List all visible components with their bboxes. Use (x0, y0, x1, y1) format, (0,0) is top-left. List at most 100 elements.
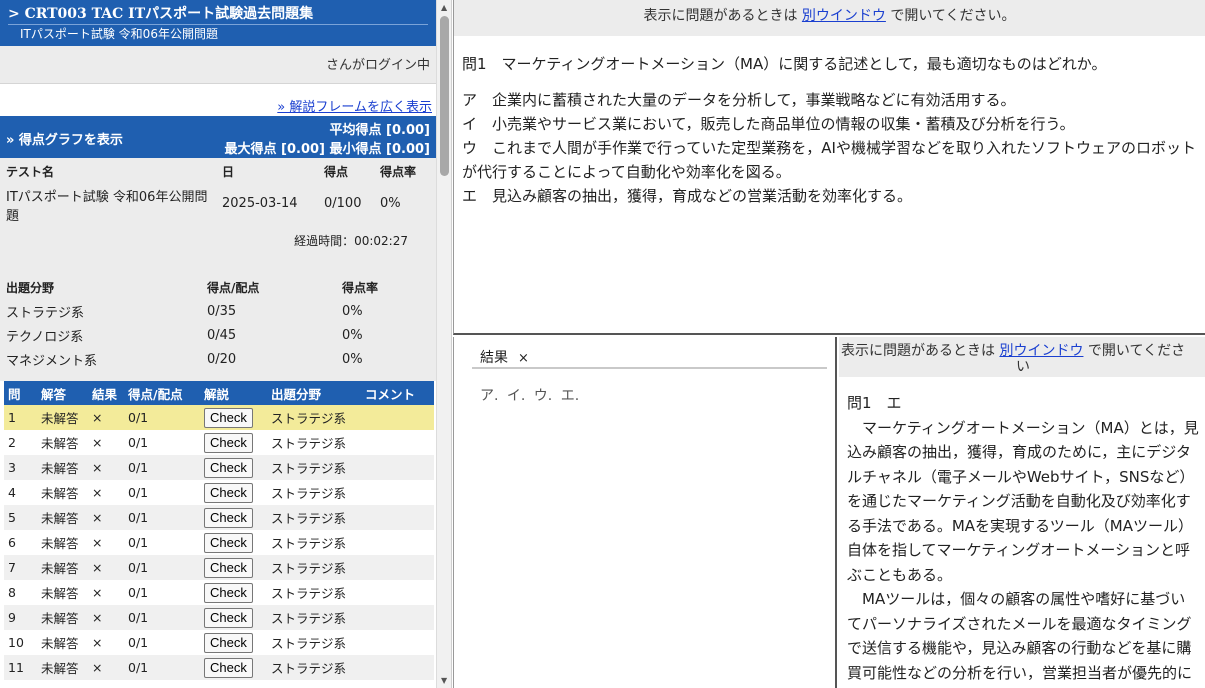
category-rate: 0% (342, 351, 363, 367)
col-cat-rate: 得点率 (342, 280, 379, 295)
check-button[interactable]: Check (204, 657, 253, 678)
open-new-window-link[interactable]: 別ウインドウ (999, 343, 1083, 359)
tab-result[interactable]: 結果 (480, 350, 508, 366)
check-button[interactable]: Check (204, 582, 253, 603)
scroll-up-arrow-icon[interactable]: ▲ (441, 3, 447, 12)
question-stem: 問1 マーケティングオートメーション（MA）に関する記述として，最も適切なものは… (462, 55, 1107, 73)
test-date: 2025-03-14 (222, 196, 298, 211)
question-row[interactable]: 4 未解答 × 0/1 Check ストラテジ系 (4, 480, 434, 505)
notice-text: 表示に問題があるときは (841, 343, 1000, 359)
answer-status: 未解答 (37, 555, 88, 580)
check-button[interactable]: Check (204, 532, 253, 553)
notice-text-suffix: で開いてくださ (1083, 343, 1186, 359)
question-row[interactable]: 8 未解答 × 0/1 Check ストラテジ系 (4, 580, 434, 605)
question-row[interactable]: 11 未解答 × 0/1 Check ストラテジ系 (4, 655, 434, 680)
notice-text-wrap: い (1016, 359, 1030, 375)
question-score: 0/1 (124, 480, 200, 505)
question-row[interactable]: 9 未解答 × 0/1 Check ストラテジ系 (4, 605, 434, 630)
open-new-window-link[interactable]: 別ウインドウ (802, 8, 886, 24)
check-button[interactable]: Check (204, 607, 253, 628)
question-number: 5 (4, 505, 37, 530)
summary-table: テスト名 日 得点 得点率 ITパスポート試験 令和06年公開問題 2025-0… (0, 158, 436, 230)
check-cell: Check (200, 480, 267, 505)
question-row[interactable]: 1 未解答 × 0/1 Check ストラテジ系 (4, 405, 434, 430)
result-tab-bar: 結果 × (472, 341, 827, 369)
question-score: 0/1 (124, 530, 200, 555)
question-category: ストラテジ系 (267, 455, 361, 480)
question-row[interactable]: 6 未解答 × 0/1 Check ストラテジ系 (4, 530, 434, 555)
close-icon[interactable]: × (518, 351, 529, 366)
question-row[interactable]: 3 未解答 × 0/1 Check ストラテジ系 (4, 455, 434, 480)
check-button[interactable]: Check (204, 407, 253, 428)
check-button[interactable]: Check (204, 432, 253, 453)
answer-status: 未解答 (37, 480, 88, 505)
question-category: ストラテジ系 (267, 655, 361, 680)
question-table: 問 解答 結果 得点/配点 解説 出題分野 コメント 1 未解答 × 0/1 Check… (4, 381, 434, 680)
comment-cell (361, 455, 434, 480)
comment-cell (361, 605, 434, 630)
question-score: 0/1 (124, 655, 200, 680)
check-button[interactable]: Check (204, 557, 253, 578)
result-mark: × (88, 605, 124, 630)
check-button[interactable]: Check (204, 507, 253, 528)
check-button[interactable]: Check (204, 457, 253, 478)
check-button[interactable]: Check (204, 632, 253, 653)
result-frame: 結果 × ア. イ. ウ. エ. (453, 337, 837, 688)
result-mark: × (88, 580, 124, 605)
answer-status: 未解答 (37, 455, 88, 480)
question-row[interactable]: 7 未解答 × 0/1 Check ストラテジ系 (4, 555, 434, 580)
test-score: 0/100 (324, 196, 362, 211)
expand-explanation-link[interactable]: » 解説フレームを広く表示 (277, 100, 432, 115)
question-category: ストラテジ系 (267, 605, 361, 630)
check-button[interactable]: Check (204, 482, 253, 503)
category-row: テクノロジ系 0/45 0% (0, 323, 436, 347)
left-scrollbar[interactable]: ▲ ▼ (436, 0, 452, 688)
explanation-frame: 表示に問題があるときは 別ウインドウ で開いてくださ い 問1 エ マーケティン… (839, 337, 1205, 688)
average-score: 平均得点 [0.00] (329, 123, 430, 138)
answer-line: 問1 エ (847, 394, 902, 412)
answer-status: 未解答 (37, 580, 88, 605)
category-row: マネジメント系 0/20 0% (0, 347, 436, 371)
question-category: ストラテジ系 (267, 555, 361, 580)
category-row: ストラテジ系 0/35 0% (0, 299, 436, 323)
max-score: 最大得点 [0.00] (224, 142, 325, 157)
check-cell: Check (200, 455, 267, 480)
scrollbar-thumb[interactable] (440, 16, 449, 176)
answer-choices[interactable]: ア. イ. ウ. エ. (454, 369, 835, 405)
app-header: > CRT003 TAC ITパスポート試験過去問題集 ITパスポート試験 令和… (0, 0, 436, 46)
question-row[interactable]: 5 未解答 × 0/1 Check ストラテジ系 (4, 505, 434, 530)
question-score: 0/1 (124, 405, 200, 430)
result-mark: × (88, 530, 124, 555)
answer-status: 未解答 (37, 655, 88, 680)
category-rate: 0% (342, 327, 363, 343)
app-title: > CRT003 TAC ITパスポート試験過去問題集 (8, 6, 314, 22)
result-mark: × (88, 405, 124, 430)
window-notice: 表示に問題があるときは 別ウインドウ で開いてくださ い (839, 337, 1205, 377)
question-score: 0/1 (124, 580, 200, 605)
check-cell: Check (200, 605, 267, 630)
category-name: ストラテジ系 (6, 305, 85, 321)
question-category: ストラテジ系 (267, 480, 361, 505)
question-score: 0/1 (124, 630, 200, 655)
question-row[interactable]: 2 未解答 × 0/1 Check ストラテジ系 (4, 430, 434, 455)
col-q-explain: 解説 (200, 381, 267, 405)
question-number: 7 (4, 555, 37, 580)
check-cell: Check (200, 530, 267, 555)
show-score-graph-link[interactable]: » 得点グラフを表示 (6, 129, 123, 148)
comment-cell (361, 555, 434, 580)
question-number: 8 (4, 580, 37, 605)
comment-cell (361, 430, 434, 455)
comment-cell (361, 655, 434, 680)
question-category: ストラテジ系 (267, 505, 361, 530)
question-number: 1 (4, 405, 37, 430)
question-category: ストラテジ系 (267, 580, 361, 605)
answer-status: 未解答 (37, 530, 88, 555)
result-mark: × (88, 430, 124, 455)
question-number: 9 (4, 605, 37, 630)
question-row[interactable]: 10 未解答 × 0/1 Check ストラテジ系 (4, 630, 434, 655)
check-cell: Check (200, 430, 267, 455)
option-e: エ 見込み顧客の抽出，獲得，育成などの営業活動を効率化する。 (462, 187, 913, 205)
notice-text-suffix: で開いてください。 (885, 8, 1016, 24)
scroll-down-arrow-icon[interactable]: ▼ (441, 676, 447, 685)
comment-cell (361, 630, 434, 655)
